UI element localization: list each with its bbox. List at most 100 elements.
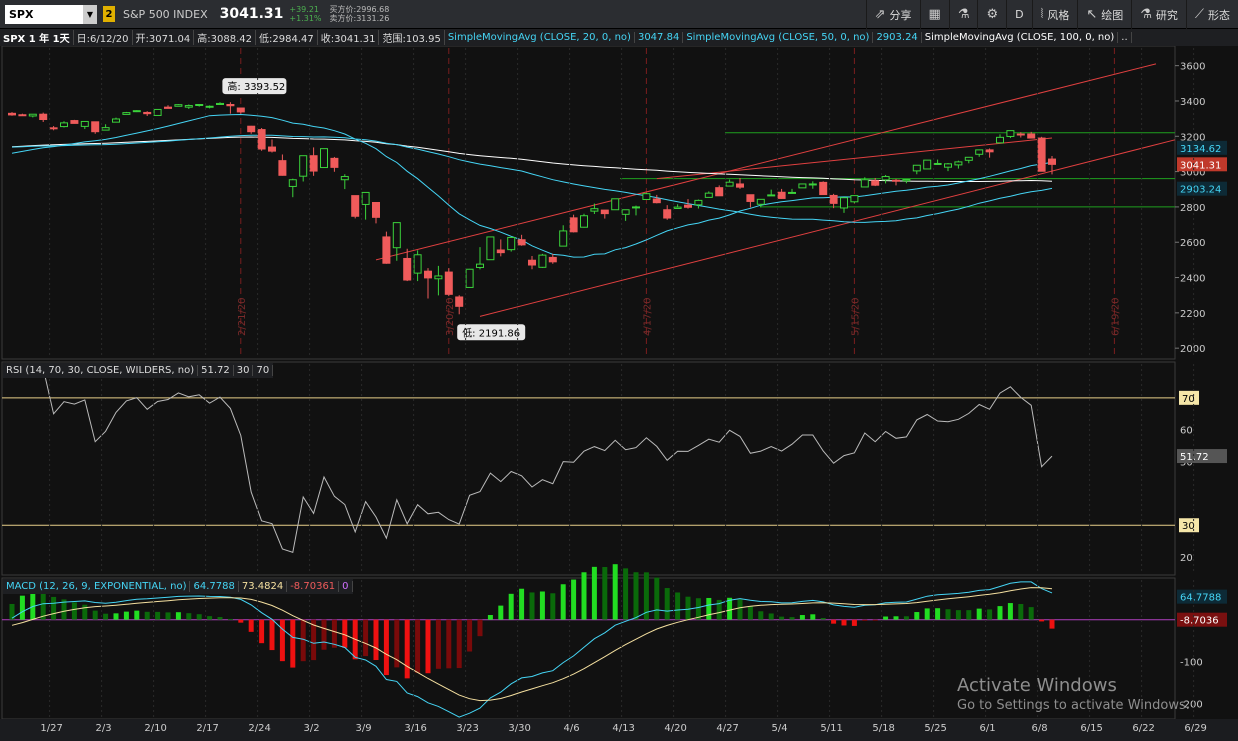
candle-body (288, 179, 297, 187)
chart-title[interactable]: SPX 1 年 1天 (0, 30, 74, 45)
time-axis-label: 2/10 (144, 723, 166, 734)
toolbar-button-8[interactable]: ⟋ 形态 (1185, 0, 1238, 29)
sma50-label[interactable]: SimpleMovingAvg (CLOSE, 50, 0, no) (683, 32, 874, 43)
candle-body (777, 191, 786, 199)
candle-body (1016, 133, 1025, 136)
symbol-input[interactable]: SPX ▼ (5, 4, 97, 24)
toolbar-label: 形态 (1208, 8, 1230, 22)
macd-histogram-bar (841, 619, 847, 626)
candle-body (829, 194, 838, 204)
candle-body (933, 162, 942, 165)
time-axis-label: 4/6 (564, 723, 580, 734)
macd-histogram-bar (664, 588, 670, 620)
price-tag-lower: 2903.24 (1180, 185, 1221, 196)
macd-histogram-bar (862, 619, 868, 621)
macd-histogram-bar (976, 608, 982, 620)
candle-body (299, 155, 308, 177)
macd-histogram-bar (924, 608, 930, 620)
bar-close: 收:3041.31 (318, 30, 380, 45)
candle-body (507, 236, 516, 251)
candle-body (465, 268, 474, 288)
rsi-high: 70 (253, 365, 274, 376)
more-studies[interactable]: .. (1118, 32, 1132, 43)
macd-histogram-bar (571, 579, 577, 620)
macd-histogram-bar (123, 611, 129, 620)
macd-histogram-bar (238, 619, 244, 623)
toolbar-button-6[interactable]: ↖ 绘图 (1077, 0, 1131, 29)
candle-body (112, 118, 120, 123)
candle-body (361, 191, 370, 205)
candle-body (673, 206, 682, 210)
macd-histogram-bar (92, 610, 98, 620)
time-axis-label: 4/27 (716, 723, 738, 734)
macd-diff: -8.70361 (287, 581, 340, 592)
activation-watermark: Activate Windows (957, 675, 1117, 696)
toolbar-button-7[interactable]: ⚗ 研究 (1131, 0, 1186, 29)
candle-body (871, 180, 880, 186)
macd-histogram-bar (435, 619, 441, 669)
candle-body (195, 104, 204, 107)
price-tick-label: 3400 (1180, 97, 1205, 108)
toolbar-button-2[interactable]: ⚗ (948, 0, 978, 29)
candle-body (881, 176, 890, 181)
chevron-down-icon[interactable]: ▼ (83, 4, 97, 24)
candle-body (1048, 158, 1056, 165)
macd-histogram-bar (602, 567, 608, 620)
macd-histogram-bar (155, 611, 161, 620)
candle-body (975, 149, 984, 155)
candle-body (756, 198, 765, 205)
candle-body (164, 106, 172, 109)
price-tick-label: 2800 (1180, 203, 1205, 214)
candle-body (268, 146, 276, 152)
symbol-description: S&P 500 INDEX (123, 7, 208, 21)
top-toolbar: SPX ▼ 2 S&P 500 INDEX 3041.31 +39.21 +1.… (0, 0, 1238, 29)
toolbar-button-1[interactable]: ▦ (919, 0, 949, 29)
sma100-label[interactable]: SimpleMovingAvg (CLOSE, 100, 0, no) (922, 32, 1119, 43)
candle-body (309, 155, 318, 172)
share-icon: ⇗ (874, 7, 886, 22)
candle-body (80, 120, 89, 127)
candle-body (91, 121, 100, 133)
macd-histogram-bar (1018, 604, 1024, 620)
time-axis-label: 3/23 (456, 723, 478, 734)
candle-body (340, 176, 349, 181)
candle-body (788, 191, 796, 194)
rsi-value: 51.72 (198, 365, 234, 376)
sma20-label[interactable]: SimpleMovingAvg (CLOSE, 20, 0, no) (445, 32, 635, 43)
toolbar-button-4[interactable]: D (1006, 0, 1031, 29)
rsi-label[interactable]: RSI (14, 70, 30, CLOSE, WILDERS, no) (3, 365, 199, 376)
rsi-tag: 51.72 (1180, 452, 1209, 463)
macd-histogram-bar (1039, 619, 1045, 622)
candle-body (444, 271, 453, 295)
candle-body (122, 112, 131, 115)
toolbar-button-3[interactable]: ⚙ (977, 0, 1006, 29)
time-axis-label: 4/20 (664, 723, 686, 734)
patterns-icon: ⟋ (1194, 7, 1204, 22)
candle-body (216, 102, 224, 106)
bar-range: 范围:103.95 (379, 30, 445, 45)
bar-high: 高:3088.42 (194, 30, 256, 45)
candle-body (715, 187, 724, 197)
link-group-badge[interactable]: 2 (103, 6, 115, 22)
macd-histogram-bar (914, 612, 920, 620)
symbol-text: SPX (9, 7, 34, 21)
chart-area[interactable]: 3600340032003000280026002400220020002/21… (0, 46, 1238, 741)
toolbar-label: 风格 (1047, 8, 1070, 22)
time-axis-label: 5/18 (872, 723, 894, 734)
macd-histogram-bar (706, 597, 712, 620)
macd-label[interactable]: MACD (12, 26, 9, EXPONENTIAL, no) (3, 581, 191, 592)
candle-body (330, 157, 339, 168)
toolbar-button-5[interactable]: ⦚ 风格 (1031, 0, 1078, 29)
price-plot-bg (1, 46, 1176, 360)
macd-histogram-bar (966, 610, 972, 620)
candle-body (1027, 133, 1036, 139)
toolbar-button-0[interactable]: ⇗ 分享 (865, 0, 920, 29)
macd-histogram-bar (810, 614, 816, 620)
macd-histogram-bar (477, 619, 483, 637)
macd-histogram-bar (591, 566, 597, 620)
macd-histogram-bar (519, 588, 525, 620)
macd-histogram-bar (383, 619, 389, 676)
time-axis-label: 3/30 (508, 723, 530, 734)
macd-histogram-bar (186, 613, 192, 620)
candle-body (736, 183, 744, 188)
